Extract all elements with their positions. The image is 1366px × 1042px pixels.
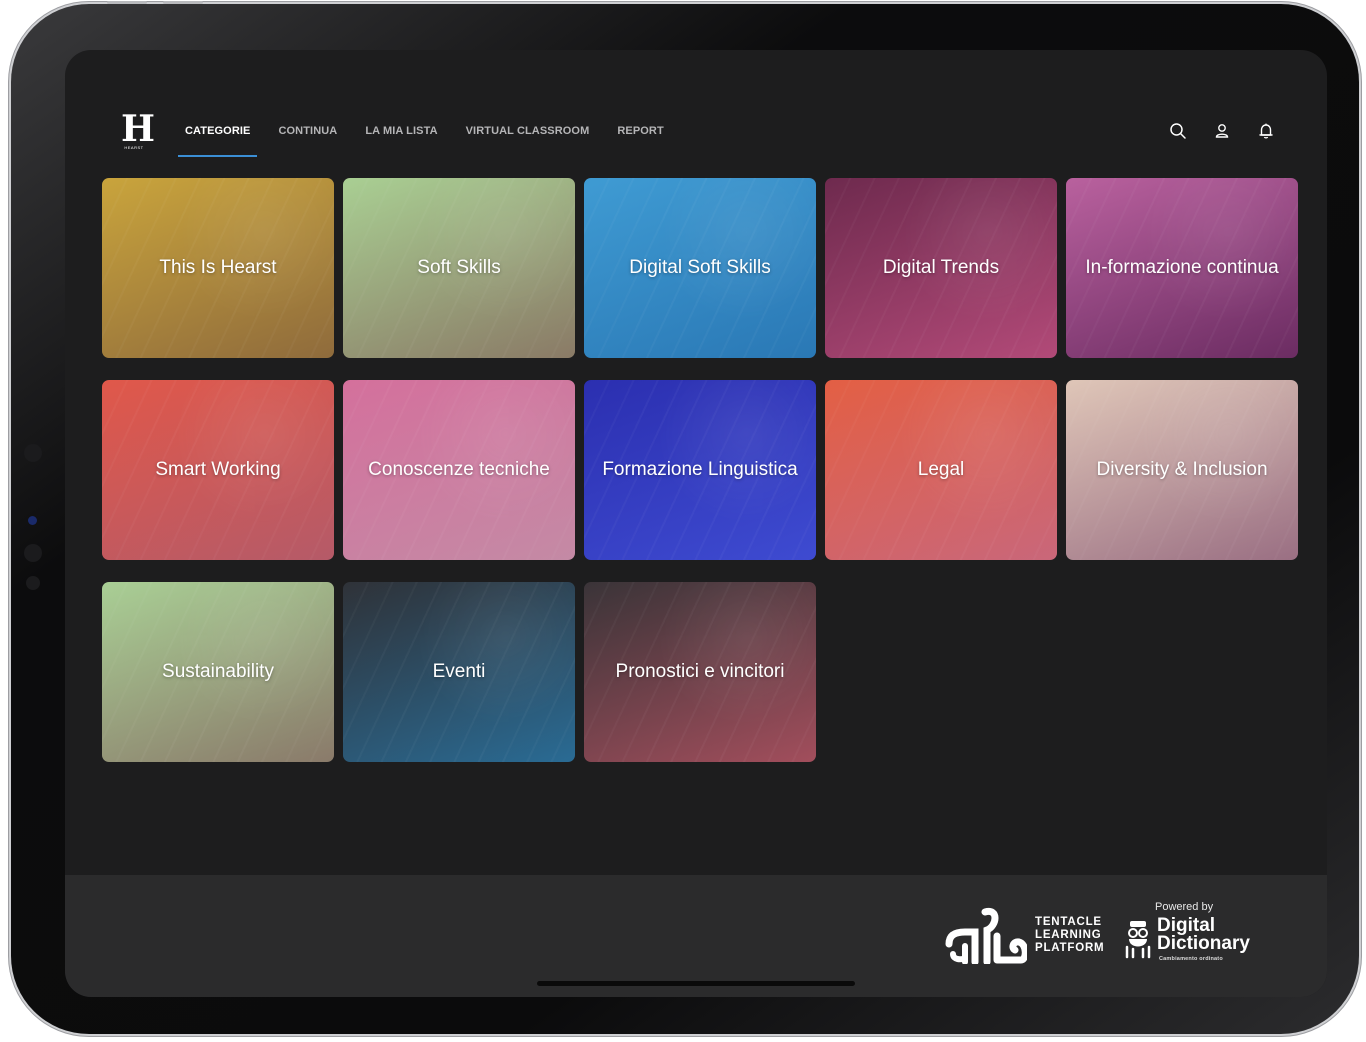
side-sensor <box>24 444 42 462</box>
tlp-wordmark: TENTACLE LEARNING PLATFORM <box>1035 916 1104 955</box>
category-label: Digital Trends <box>882 257 1000 278</box>
category-label: Legal <box>917 459 965 480</box>
digital-dictionary-tagline: Cambiamento ordinato <box>1159 956 1223 962</box>
category-tile-legal[interactable]: Legal <box>825 380 1057 560</box>
category-label: Diversity & Inclusion <box>1096 459 1268 480</box>
category-tile-smart-working[interactable]: Smart Working <box>102 380 334 560</box>
category-label: Conoscenze tecniche <box>368 459 550 480</box>
home-indicator[interactable] <box>537 981 855 986</box>
tab-continua[interactable]: CONTINUA <box>278 120 337 150</box>
main-nav: CATEGORIE CONTINUA LA MIA LISTA VIRTUAL … <box>177 120 692 157</box>
user-icon[interactable] <box>1213 122 1231 140</box>
category-tile-digital-soft-skills[interactable]: Digital Soft Skills <box>584 178 816 358</box>
volume-button <box>107 1 147 4</box>
category-label: Eventi <box>432 661 486 682</box>
category-grid: This Is Hearst Soft Skills Digital Soft … <box>102 178 1298 762</box>
category-tile-diversity-inclusion[interactable]: Diversity & Inclusion <box>1066 380 1298 560</box>
footer: TENTACLE LEARNING PLATFORM Powered by Di… <box>65 875 1327 997</box>
digital-dictionary-wordmark: Digital Dictionary <box>1157 916 1250 954</box>
volume-button <box>163 1 203 4</box>
powered-by-label: Powered by <box>1155 901 1214 913</box>
category-tile-pronostici-e-vincitori[interactable]: Pronostici e vincitori <box>584 582 816 762</box>
category-label: In-formazione continua <box>1085 257 1279 278</box>
tlp-line: PLATFORM <box>1035 941 1105 954</box>
category-tile-eventi[interactable]: Eventi <box>343 582 575 762</box>
hearst-logo[interactable]: H HEARST <box>121 108 155 150</box>
category-tile-sustainability[interactable]: Sustainability <box>102 582 334 762</box>
tab-categorie[interactable]: CATEGORIE <box>177 120 259 157</box>
dd-line: Dictionary <box>1157 933 1250 954</box>
tlp-logo-mark <box>945 907 1027 964</box>
category-label: This Is Hearst <box>159 257 277 278</box>
app-screen: H HEARST CATEGORIE CONTINUA LA MIA LISTA… <box>65 50 1327 997</box>
header-actions <box>1169 122 1275 140</box>
category-label: Sustainability <box>162 661 274 682</box>
category-tile-in-formazione-continua[interactable]: In-formazione continua <box>1066 178 1298 358</box>
category-tile-digital-trends[interactable]: Digital Trends <box>825 178 1057 358</box>
digital-dictionary-mascot-icon <box>1125 921 1151 959</box>
category-label: Smart Working <box>155 459 281 480</box>
tab-report[interactable]: REPORT <box>617 120 663 150</box>
category-tile-formazione-linguistica[interactable]: Formazione Linguistica <box>584 380 816 560</box>
category-label: Formazione Linguistica <box>602 459 798 480</box>
tlp-line: LEARNING <box>1035 928 1102 941</box>
side-sensor <box>24 544 42 562</box>
bell-icon[interactable] <box>1257 122 1275 140</box>
camera-icon <box>28 516 37 525</box>
category-tile-conoscenze-tecniche[interactable]: Conoscenze tecniche <box>343 380 575 560</box>
tab-virtual-classroom[interactable]: VIRTUAL CLASSROOM <box>466 120 590 150</box>
tablet-frame: H HEARST CATEGORIE CONTINUA LA MIA LISTA… <box>11 1 1359 1034</box>
logo-subtitle: HEARST <box>124 145 144 150</box>
search-icon[interactable] <box>1169 122 1187 140</box>
category-tile-this-is-hearst[interactable]: This Is Hearst <box>102 178 334 358</box>
category-label: Soft Skills <box>417 257 501 278</box>
tentacle-learning-platform-logo[interactable]: TENTACLE LEARNING PLATFORM <box>945 905 1115 965</box>
category-label: Pronostici e vincitori <box>615 661 785 682</box>
digital-dictionary-logo[interactable]: Powered by Digital Dictionary Cambiament… <box>1123 899 1253 965</box>
tab-la-mia-lista[interactable]: LA MIA LISTA <box>365 120 437 150</box>
side-sensor <box>26 576 40 590</box>
category-tile-soft-skills[interactable]: Soft Skills <box>343 178 575 358</box>
logo-letter: H <box>121 108 155 150</box>
category-label: Digital Soft Skills <box>629 257 771 278</box>
tlp-line: TENTACLE <box>1035 915 1102 928</box>
